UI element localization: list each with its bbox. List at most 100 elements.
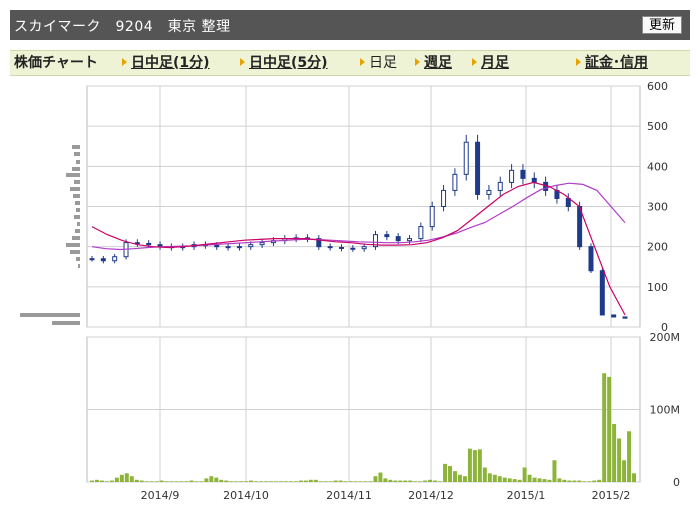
volume-bar: [328, 481, 333, 482]
candle-body: [407, 238, 413, 242]
y-tick-label: 100: [647, 281, 668, 294]
volume-bar: [443, 463, 448, 482]
volume-bar: [462, 476, 467, 482]
x-tick-label: 2015/2: [592, 489, 631, 502]
volume-bar: [542, 479, 547, 482]
x-tick-label: 2014/10: [223, 489, 269, 502]
volume-bar: [453, 471, 457, 482]
volume-bar: [632, 473, 636, 482]
volume-bar: [149, 481, 154, 482]
volume-bar: [308, 479, 313, 482]
volume-bar: [353, 481, 358, 482]
price-volume-bar: [70, 250, 80, 254]
price-volume-bar: [52, 321, 80, 325]
volume-bar: [189, 480, 194, 482]
volume-bar: [457, 474, 462, 482]
price-volume-bar: [76, 257, 80, 261]
volume-bar: [388, 479, 393, 482]
x-tick-label: 2014/11: [326, 489, 372, 502]
volume-bar: [612, 424, 617, 482]
price-volume-bar: [74, 180, 80, 184]
candle-body: [486, 189, 492, 195]
volume-bar: [423, 480, 428, 482]
volume-bar: [333, 480, 338, 482]
price-volume-bar: [20, 313, 80, 317]
volume-bar: [264, 481, 269, 482]
candle-body: [622, 316, 628, 319]
candle-body: [441, 189, 447, 207]
volume-bar: [477, 449, 482, 482]
candle-body: [100, 258, 106, 262]
volume-bar: [229, 481, 234, 482]
volume-bar: [298, 480, 303, 482]
volume-bar: [109, 480, 114, 482]
volume-bar: [184, 481, 189, 482]
price-volume-bar: [74, 152, 80, 156]
candle-body: [248, 244, 254, 248]
volume-bar: [273, 481, 278, 482]
volume-bar: [164, 481, 169, 482]
candle-body: [565, 197, 571, 207]
candle-body: [531, 177, 537, 183]
volume-bar: [557, 478, 562, 482]
volume-bar: [517, 479, 522, 482]
candle-body: [259, 242, 265, 246]
price-volume-bar: [73, 194, 80, 198]
volume-bar: [104, 481, 109, 482]
volume-bar: [552, 460, 557, 482]
price-volume-bar: [77, 222, 80, 226]
volume-bar: [244, 481, 249, 482]
volume-bar: [204, 478, 209, 482]
candle-body: [236, 246, 242, 249]
candle-body: [214, 244, 220, 248]
volume-bar: [139, 480, 144, 482]
volume-bar: [527, 474, 532, 482]
volume-bar: [467, 448, 472, 482]
price-volume-bar: [72, 145, 80, 149]
candle-body: [338, 246, 344, 249]
volume-bar: [144, 481, 149, 482]
volume-bar: [224, 480, 229, 482]
x-tick-label: 2015/1: [507, 489, 546, 502]
x-tick-label: 2014/9: [141, 489, 180, 502]
candle-body: [112, 256, 118, 262]
volume-bar: [507, 478, 512, 482]
volume-bar: [597, 479, 602, 482]
volume-bar: [209, 476, 214, 482]
candle-body: [395, 236, 401, 242]
volume-bar: [497, 476, 502, 482]
candle-body: [429, 206, 435, 228]
volume-bar: [303, 480, 308, 482]
y-tick-label: 500: [647, 120, 668, 133]
price-volume-bar: [78, 264, 80, 268]
volume-bar: [607, 376, 612, 482]
volume-bar: [368, 481, 373, 482]
volume-bar: [154, 481, 159, 482]
volume-bar: [403, 480, 408, 482]
price-volume-bar: [75, 201, 80, 205]
volume-bar: [393, 480, 398, 482]
volume-bar: [408, 480, 413, 482]
candle-body: [599, 270, 605, 316]
price-volume-bar: [74, 215, 80, 219]
volume-bar: [512, 479, 517, 482]
candle-body: [327, 246, 333, 249]
price-volume-bar: [76, 160, 80, 164]
volume-bar: [373, 476, 378, 482]
volume-bar: [537, 478, 542, 482]
volume-bar: [159, 480, 164, 482]
candle-body: [588, 246, 594, 272]
y-tick-label: 100M: [650, 404, 681, 417]
volume-bar: [522, 467, 527, 482]
volume-bar: [124, 473, 129, 482]
candle-body: [497, 181, 503, 191]
y-tick-label: 400: [647, 160, 668, 173]
volume-bar: [582, 481, 587, 482]
volume-bar: [562, 479, 567, 482]
volume-bar: [492, 474, 497, 482]
x-tick-label: 2014/12: [408, 489, 454, 502]
volume-bar: [269, 481, 273, 482]
volume-bar: [487, 473, 492, 482]
volume-bar: [318, 481, 323, 482]
volume-bar: [413, 481, 418, 482]
